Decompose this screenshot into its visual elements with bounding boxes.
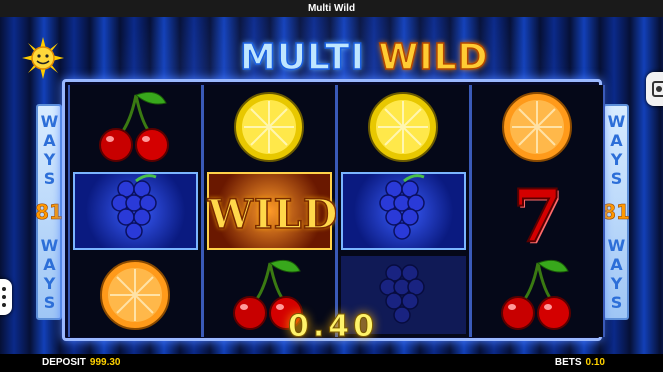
settings-button[interactable] <box>646 72 663 106</box>
symbol-cherries <box>472 253 603 337</box>
lemon-icon <box>368 92 438 162</box>
deposit-display: DEPOSIT 999.30 <box>42 354 121 372</box>
reel-1 <box>68 85 203 337</box>
symbol-orange <box>472 85 603 169</box>
menu-dot-icon <box>2 303 6 307</box>
game-stage: MULTI WILD WAYS 81 WAYS WAYS 81 WAYS WIL… <box>0 17 663 354</box>
sun-logo-icon <box>22 37 64 79</box>
ways-label-top: WAYS <box>40 112 59 189</box>
symbol-seven: 7 <box>472 169 603 259</box>
symbol-grapes <box>338 169 469 253</box>
menu-dot-icon <box>2 295 6 299</box>
wild-label: WILD <box>207 190 339 239</box>
menu-dot-icon <box>2 287 6 291</box>
symbol-cherries <box>70 85 201 169</box>
deposit-value: 999.30 <box>89 357 121 368</box>
bets-label: BETS <box>554 357 582 368</box>
reel-2: WILD <box>202 85 339 337</box>
window-title-bar: Multi Wild <box>0 0 663 17</box>
orange-icon <box>100 260 170 330</box>
cherries-icon <box>99 91 169 162</box>
symbol-wild: WILD <box>204 169 339 253</box>
menu-button[interactable] <box>0 279 12 315</box>
win-amount: 0.40 <box>287 309 379 345</box>
symbol-lemon <box>338 85 469 169</box>
title-multi: MULTI <box>239 36 365 79</box>
ways-count: 81 <box>35 199 63 224</box>
symbol-lemon <box>204 85 335 169</box>
lemon-icon <box>234 92 304 162</box>
seven-label: 7 <box>511 172 563 259</box>
symbol-orange <box>70 253 201 337</box>
symbol-grapes <box>70 169 201 253</box>
ways-label-bottom: WAYS <box>40 235 59 312</box>
window-title: Multi Wild <box>307 3 356 14</box>
ways-letter: WAYS <box>607 235 626 312</box>
orange-icon <box>502 92 572 162</box>
ways-letter: WAYS <box>40 112 59 189</box>
grapes-icon <box>379 174 425 240</box>
ways-letter: WAYS <box>40 235 59 312</box>
bets-value: 0.10 <box>585 357 605 368</box>
ways-label-top: WAYS <box>607 112 626 189</box>
ways-panel-right: WAYS 81 WAYS <box>602 104 630 320</box>
bets-display[interactable]: BETS 0.10 <box>555 354 605 372</box>
reel-area[interactable]: WILD 7 <box>62 79 605 341</box>
cherries-icon <box>501 259 571 330</box>
ways-letter: WAYS <box>607 112 626 189</box>
ways-label-bottom: WAYS <box>607 235 626 312</box>
reel-4: 7 <box>470 85 605 337</box>
ways-count: 81 <box>602 199 630 224</box>
deposit-label: DEPOSIT <box>42 357 86 368</box>
ways-panel-left: WAYS 81 WAYS <box>35 104 63 320</box>
speaker-icon <box>652 81 663 97</box>
grapes-icon <box>111 174 157 240</box>
reel-3 <box>336 85 471 337</box>
status-bar: DEPOSIT 999.30 BETS 0.10 <box>0 354 663 372</box>
title-wild: WILD <box>378 36 489 79</box>
game-title-logo: MULTI WILD <box>239 36 488 80</box>
